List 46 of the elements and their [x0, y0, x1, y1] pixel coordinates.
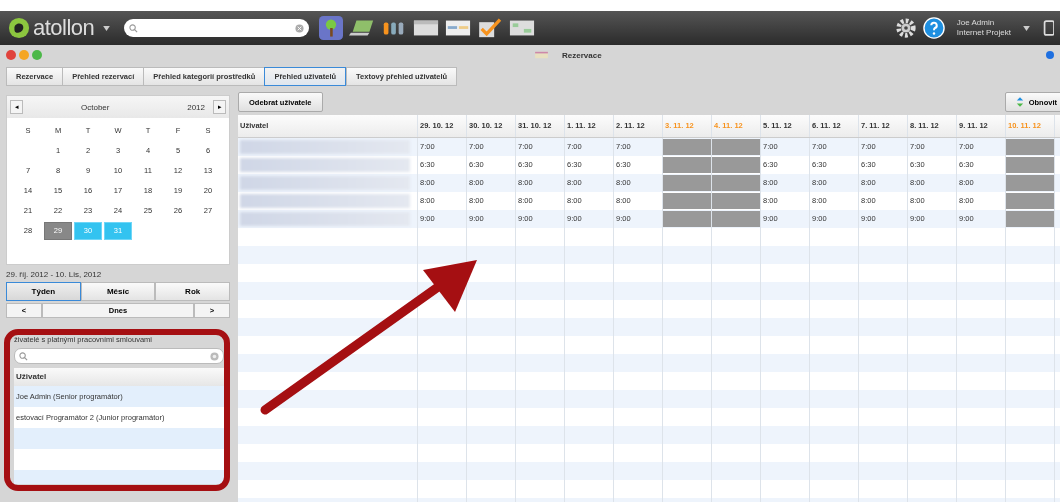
year-label: 2012 [187, 102, 205, 112]
unavailable-block [1006, 193, 1054, 209]
unavailable-block [1006, 211, 1054, 227]
period-button[interactable]: Měsíc [80, 282, 156, 301]
unavailable-block [1006, 139, 1054, 155]
search-field[interactable] [14, 348, 224, 364]
search-icon [19, 351, 28, 361]
search-field[interactable] [124, 19, 310, 37]
caret-icon[interactable] [1023, 25, 1030, 31]
period-button[interactable]: Týden [6, 282, 81, 301]
close-button[interactable] [6, 50, 16, 60]
unavailable-block [712, 175, 760, 191]
unavailable-block [663, 193, 711, 209]
period-button[interactable]: Rok [155, 282, 230, 301]
checkmark-icon[interactable] [477, 18, 504, 38]
unavailable-block [663, 211, 711, 227]
unavailable-block [1006, 175, 1054, 191]
window-icon[interactable] [413, 18, 440, 38]
diagram-icon[interactable] [509, 18, 536, 38]
window-title: Rezervace [562, 50, 602, 60]
tree-icon[interactable] [319, 16, 344, 40]
unavailable-block [712, 193, 760, 209]
help-icon[interactable] [922, 17, 945, 39]
logo-icon [8, 17, 30, 39]
user-name[interactable]: Joe Admin [956, 18, 1011, 28]
search-icon [129, 23, 139, 33]
unavailable-block [712, 157, 760, 173]
app-logo[interactable]: atollon [33, 15, 95, 41]
month-label: October [81, 102, 110, 112]
calendar-icon [535, 51, 548, 59]
settings-icon[interactable] [894, 17, 917, 39]
unavailable-block [712, 139, 760, 155]
unavailable-block [1006, 157, 1054, 173]
window-icon[interactable] [1042, 19, 1054, 37]
status-dot [1046, 51, 1054, 59]
column-header: Uživatel [14, 368, 224, 386]
window-icon[interactable] [445, 18, 472, 38]
laptop-icon[interactable] [349, 18, 376, 38]
caret-icon[interactable] [103, 25, 111, 31]
unavailable-block [712, 211, 760, 227]
refresh-icon [1015, 97, 1024, 107]
unavailable-block [663, 157, 711, 173]
unavailable-block [663, 139, 711, 155]
date-range-label: 29. říj. 2012 - 10. Lis, 2012 [6, 270, 103, 279]
company-name[interactable]: Internet Projekt [956, 28, 1011, 38]
unavailable-block [663, 175, 711, 191]
